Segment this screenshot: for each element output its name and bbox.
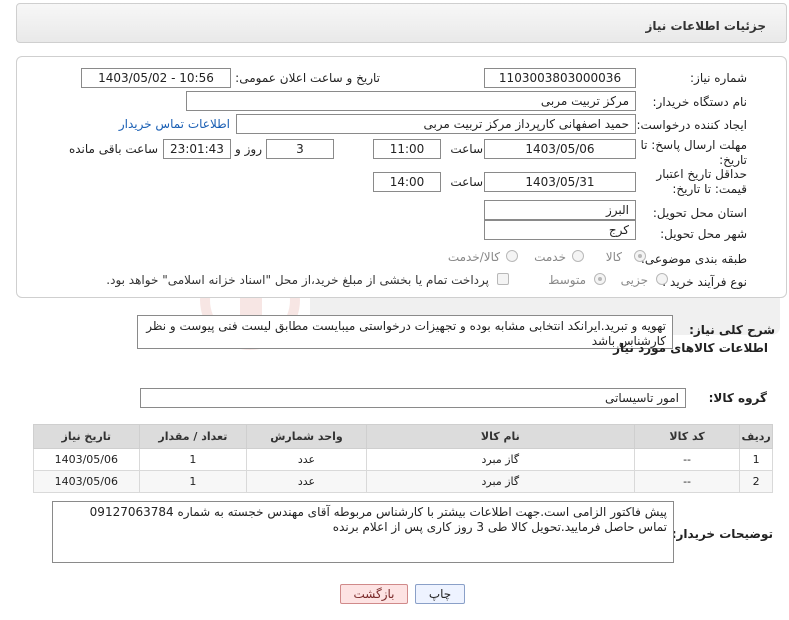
col-row-header: ردیف (739, 424, 773, 449)
announce-datetime-label: تاریخ و ساعت اعلان عمومی: (235, 71, 380, 85)
col-qty-header: تعداد / مقدار (138, 424, 248, 449)
item-unit: عدد (246, 470, 367, 493)
goods-group-field: امور تاسیساتی (140, 388, 686, 408)
reply-deadline-time: 11:00 (373, 139, 441, 159)
items-table-header: ردیف کد کالا نام کالا واحد شمارش تعداد /… (33, 424, 773, 449)
buyer-org-field: مرکز تربیت مربی (186, 91, 636, 111)
purchase-radio-medium[interactable] (594, 273, 606, 285)
province-label: استان محل تحویل: (652, 206, 747, 220)
category-option-both: کالا/خدمت (447, 250, 500, 264)
purchase-option-medium: متوسط (548, 273, 586, 287)
treasury-payment-note: پرداخت تمام یا بخشی از مبلغ خرید،از محل … (106, 273, 489, 287)
row-index: 1 (739, 448, 773, 471)
purchase-radio-minor[interactable] (656, 273, 668, 285)
col-date-header: تاریخ نیاز (33, 424, 140, 449)
remaining-time: 23:01:43 (163, 139, 231, 159)
page-header: جزئیات اطلاعات نیاز (16, 3, 787, 43)
buyer-contact-link[interactable]: اطلاعات تماس خریدار (119, 117, 230, 131)
item-date: 1403/05/06 (33, 448, 140, 471)
requester-field: حمید اصفهانی کارپرداز مرکز تربیت مربی (236, 114, 636, 134)
items-table: ردیف کد کالا نام کالا واحد شمارش تعداد /… (33, 424, 773, 493)
price-validity-label: حداقل تاریخ اعتبار قیمت: تا تاریخ: (656, 167, 747, 196)
remaining-label: ساعت باقی مانده (68, 142, 158, 156)
description-text: تهویه و تبرید.ایرانکد انتخابی مشابه بوده… (137, 315, 673, 349)
price-validity-date: 1403/05/31 (484, 172, 636, 192)
reply-deadline-date: 1403/05/06 (484, 139, 636, 159)
print-button[interactable]: چاپ (415, 584, 465, 604)
days-label: روز و (235, 142, 262, 156)
reply-deadline-label: مهلت ارسال پاسخ: تا تاریخ: (640, 138, 747, 167)
item-code: -- (633, 448, 741, 471)
announce-datetime-field: 1403/05/02 - 10:56 (81, 68, 231, 88)
back-button[interactable]: بازگشت (340, 584, 408, 604)
item-qty: 1 (138, 470, 248, 493)
item-unit: عدد (246, 448, 367, 471)
goods-group-label: گروه کالا: (708, 391, 767, 405)
table-row: 1 -- گاز مبرد عدد 1 1403/05/06 (33, 448, 773, 471)
col-name-header: نام کالا (365, 424, 635, 449)
purchase-option-minor: جزیی (620, 273, 648, 287)
page-title: جزئیات اطلاعات نیاز (645, 19, 766, 33)
buyer-notes-text: پیش فاکتور الزامی است.جهت اطلاعات بیشتر … (52, 501, 674, 563)
col-unit-header: واحد شمارش (246, 424, 367, 449)
category-radio-both[interactable] (506, 250, 518, 262)
row-index: 2 (739, 470, 773, 493)
buyer-notes-label: توضیحات خریدار: (671, 527, 773, 541)
need-number-field: 1103003803000036 (484, 68, 636, 88)
province-field: البرز (484, 200, 636, 220)
city-label: شهر محل تحویل: (660, 227, 747, 241)
city-field: کرج (484, 220, 636, 240)
category-option-goods: کالا (605, 250, 622, 264)
need-number-label: شماره نیاز: (690, 71, 747, 85)
category-option-service: خدمت (534, 250, 566, 264)
requester-label: ایجاد کننده درخواست: (636, 118, 747, 132)
remaining-days: 3 (266, 139, 334, 159)
item-name: گاز مبرد (365, 448, 635, 471)
category-radio-goods[interactable] (634, 250, 646, 262)
category-label: طبقه بندی موضوعی: (640, 252, 747, 266)
col-code-header: کد کالا (633, 424, 741, 449)
treasury-payment-checkbox[interactable] (497, 273, 509, 285)
purchase-type-label: نوع فرآیند خرید : (662, 275, 747, 289)
description-label: شرح کلی نیاز: (689, 323, 775, 337)
price-validity-time: 14:00 (373, 172, 441, 192)
item-code: -- (633, 470, 741, 493)
category-radio-service[interactable] (572, 250, 584, 262)
item-date: 1403/05/06 (33, 470, 140, 493)
validity-time-label: ساعت (450, 175, 483, 189)
item-name: گاز مبرد (365, 470, 635, 493)
table-row: 2 -- گاز مبرد عدد 1 1403/05/06 (33, 470, 773, 493)
goods-section-title: اطلاعات کالاهای مورد نیاز (613, 341, 768, 355)
item-qty: 1 (138, 448, 248, 471)
buyer-org-label: نام دستگاه خریدار: (652, 95, 748, 109)
reply-time-label: ساعت (450, 142, 483, 156)
